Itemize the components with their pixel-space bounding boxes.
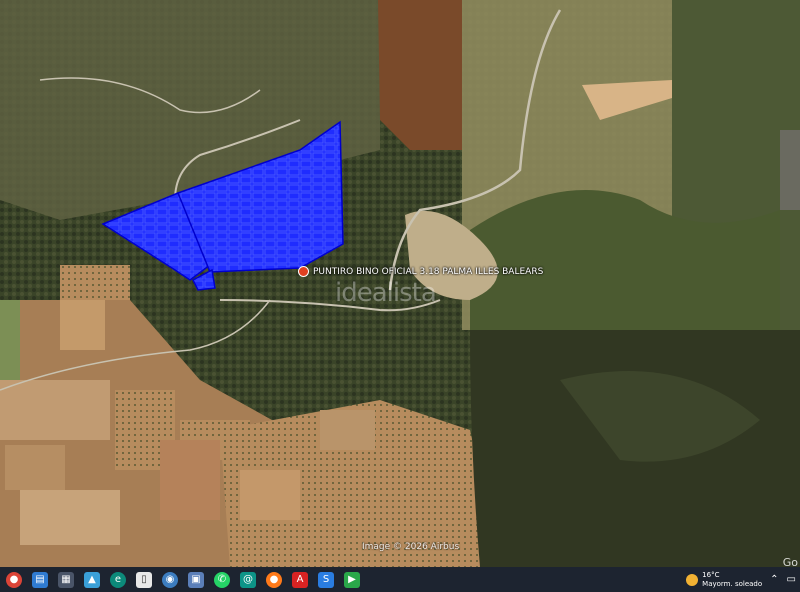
app-icon[interactable]: ▭ [787,574,796,585]
acrobat-icon[interactable]: A [292,571,308,588]
weather-temp: 16°C [702,570,720,579]
map-view[interactable]: PUNTIRO BINO OFICIAL 3.18 PALMA ILLES BA… [0,0,800,567]
watermark: idealista [335,278,437,308]
edge-icon[interactable]: e [110,571,126,588]
system-tray: 16°C Mayorm. soleado ⌃ ▭ [686,567,796,592]
place-marker[interactable]: PUNTIRO BINO OFICIAL 3.18 PALMA ILLES BA… [298,266,543,277]
weather-widget[interactable]: 16°C Mayorm. soleado [686,571,762,589]
firefox-icon[interactable]: ● [266,571,282,588]
imagery-credit: Image © 2026 Airbus [362,542,460,552]
app-icon[interactable]: @ [240,571,256,588]
app-icon[interactable]: ◉ [162,571,178,588]
corner-logo: Go [782,556,798,567]
place-label-text: PUNTIRO BINO OFICIAL 3.18 PALMA ILLES BA… [313,266,544,277]
app-icon[interactable]: ▦ [58,571,74,588]
pin-icon [298,266,309,277]
chevron-up-icon[interactable]: ⌃ [770,574,778,585]
weather-desc: Mayorm. soleado [702,579,763,588]
sun-icon [686,573,699,586]
app-icon[interactable]: ▲ [84,571,100,588]
chrome-icon[interactable]: ● [6,571,22,588]
taskbar: ● ▤ ▦ ▲ e ▯ ◉ ▣ ✆ @ ● A S ▶ 16°C Mayorm.… [0,567,800,592]
file-icon[interactable]: ▯ [136,571,152,588]
photos-icon[interactable]: ▣ [188,571,204,588]
app-icon[interactable]: ▶ [344,571,360,588]
app-icon[interactable]: ▤ [32,571,48,588]
whatsapp-icon[interactable]: ✆ [214,571,230,588]
app-icon[interactable]: S [318,571,334,588]
